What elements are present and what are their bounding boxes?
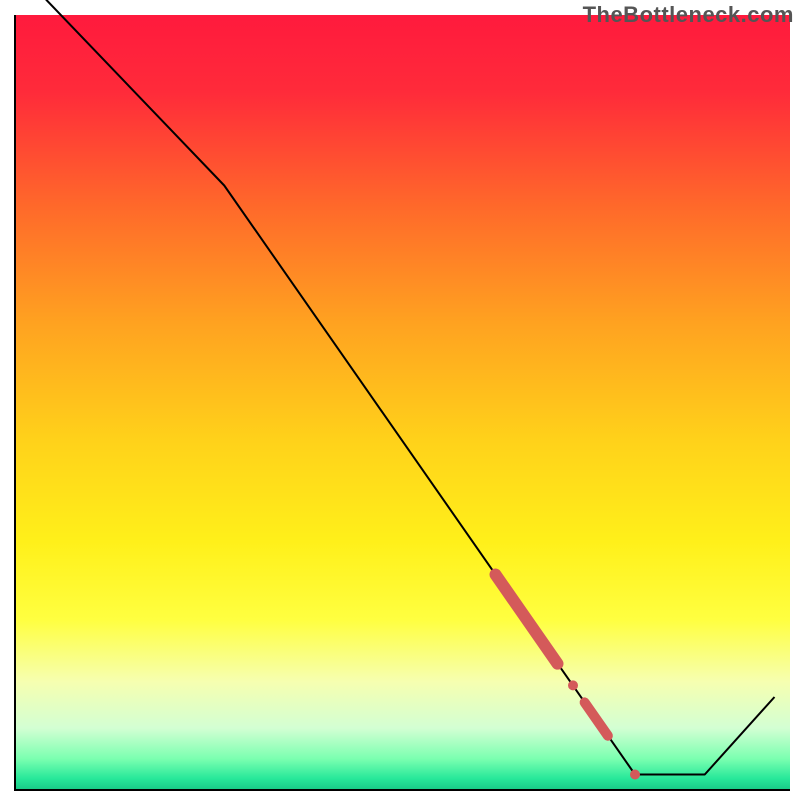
- marker-dot: [568, 680, 578, 690]
- watermark-text: TheBottleneck.com: [583, 2, 794, 28]
- gradient-background: [15, 15, 790, 790]
- marker-dot: [630, 770, 640, 780]
- chart-root: TheBottleneck.com: [0, 0, 800, 800]
- chart-canvas: [0, 0, 800, 800]
